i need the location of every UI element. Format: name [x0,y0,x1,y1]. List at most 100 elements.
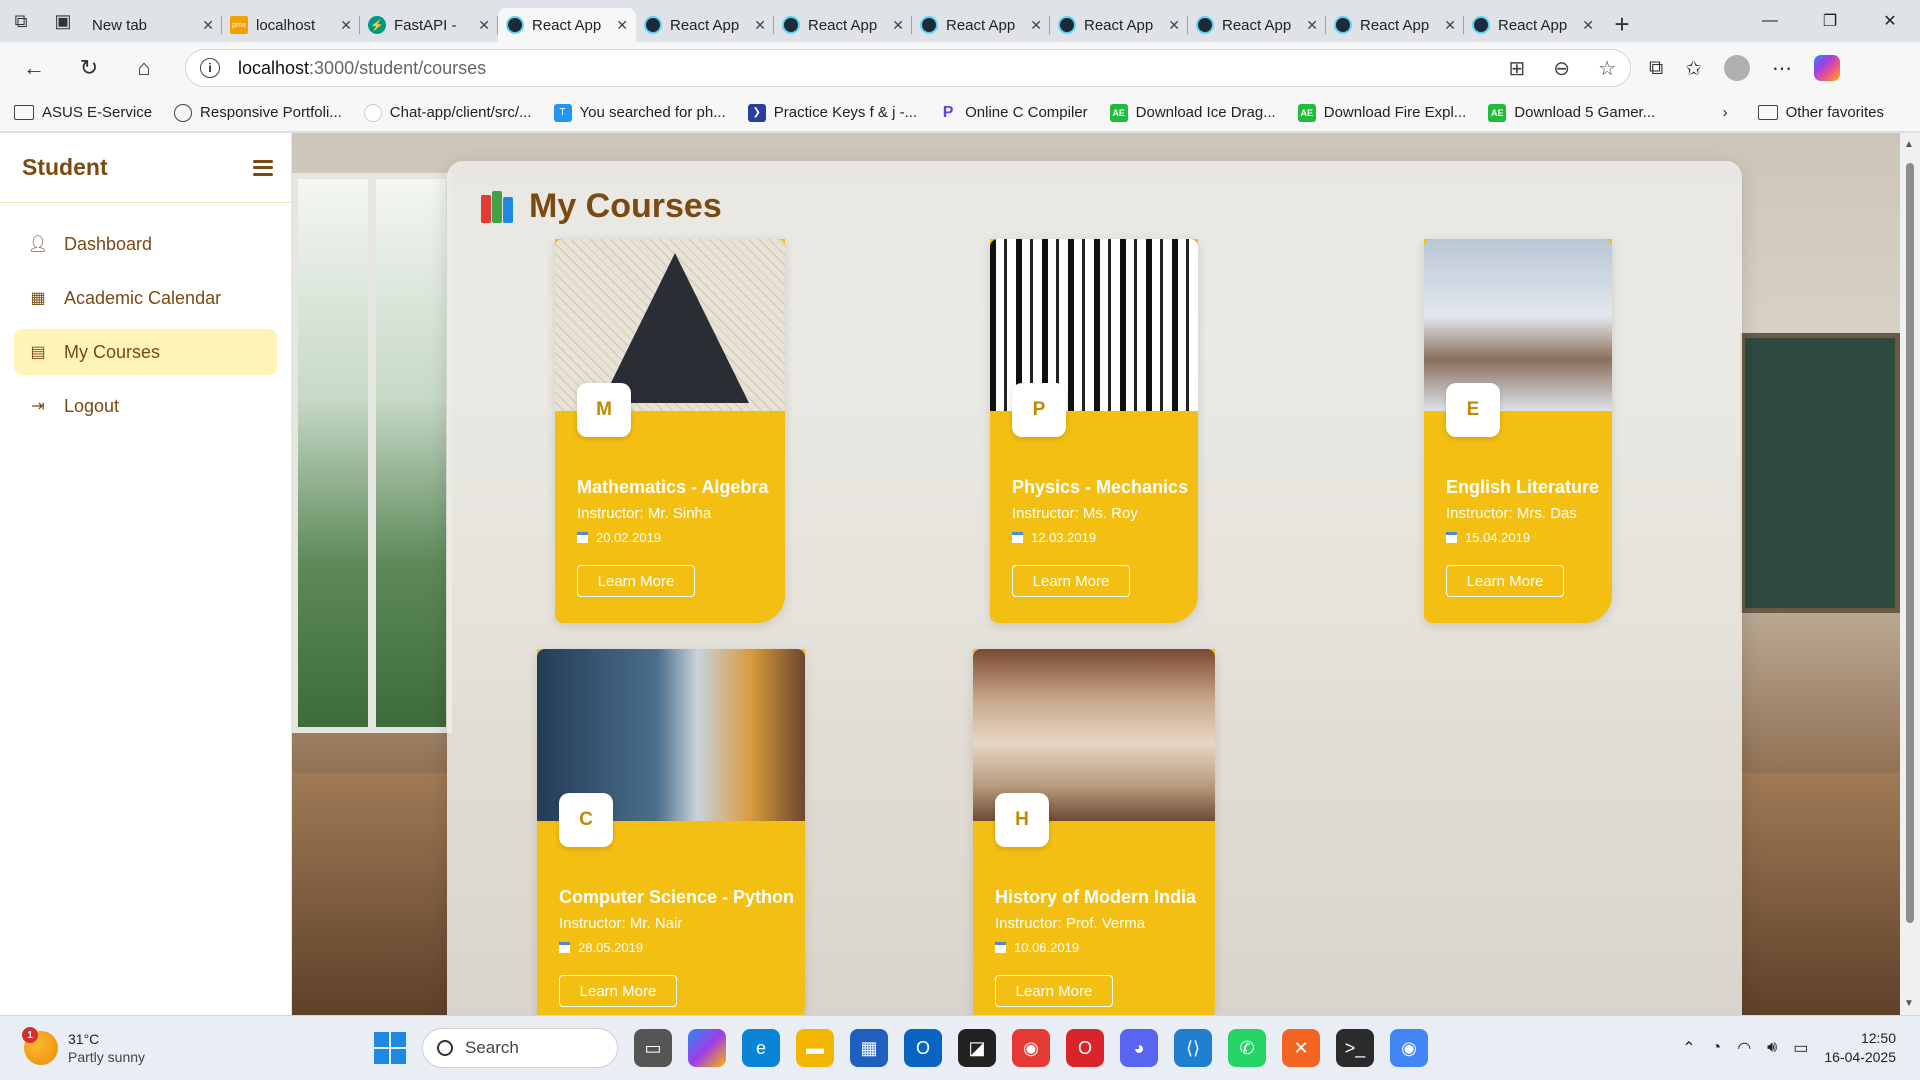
favorite-star-icon[interactable]: ☆ [1598,56,1616,81]
close-icon[interactable]: ✕ [1168,17,1180,34]
volume-icon[interactable]: 🔊︎ [1767,1039,1777,1057]
wifi-icon[interactable]: ◠ [1737,1038,1751,1058]
bookmark-item[interactable]: ASUS E-Service [14,104,152,121]
sidebar-item-logout[interactable]: ⇥ Logout [14,383,277,429]
opera-icon[interactable]: O [1066,1029,1104,1067]
address-bar[interactable]: i localhost:3000/student/courses ⊞ ⊖ ☆ [185,49,1631,87]
favorites-icon[interactable]: ✩ [1685,56,1702,81]
home-button[interactable]: ⌂ [124,48,164,88]
browser-tab[interactable]: React App ✕ [774,8,912,42]
browser-tab[interactable]: React App ✕ [636,8,774,42]
file-explorer-icon[interactable]: ▬ [796,1029,834,1067]
xampp-icon[interactable]: ✕ [1282,1029,1320,1067]
bookmark-label: Practice Keys f & j -... [773,104,918,121]
chrome-profile-icon[interactable]: ◉ [1390,1029,1428,1067]
close-icon[interactable]: ✕ [340,17,352,34]
new-tab-button[interactable]: + [1602,7,1642,41]
close-icon[interactable]: ✕ [202,17,214,34]
browser-tab-active[interactable]: React App ✕ [498,8,636,42]
scroll-down-icon[interactable]: ▼ [1904,998,1914,1009]
course-title: History of Modern India [995,887,1197,907]
bookmark-item[interactable]: AE Download 5 Gamer... [1488,103,1655,122]
course-letter-badge: C [559,793,613,847]
battery-icon[interactable]: ▭ [1793,1038,1808,1058]
outlook-icon[interactable]: O [904,1029,942,1067]
other-favorites-item[interactable]: Other favorites [1757,104,1884,121]
bookmark-item[interactable]: AE Download Fire Expl... [1297,103,1466,122]
chevron-right-icon[interactable]: › [1723,104,1728,121]
restore-button[interactable]: ❐ [1800,0,1860,42]
learn-more-button[interactable]: Learn More [1012,565,1130,597]
sidebar-item-dashboard[interactable]: 👤︎ Dashboard [14,221,277,267]
scrollbar-thumb[interactable] [1906,163,1914,923]
close-icon[interactable]: ✕ [754,17,766,34]
zoom-icon[interactable]: ⊖ [1553,56,1570,81]
weather-widget[interactable]: 1 31°C Partly sunny [0,1027,340,1066]
close-icon[interactable]: ✕ [478,17,490,34]
browser-tab[interactable]: React App ✕ [1050,8,1188,42]
browser-tab[interactable]: React App ✕ [1326,8,1464,42]
compiler-icon: P [942,103,954,121]
browser-tab[interactable]: React App ✕ [1188,8,1326,42]
whatsapp-icon[interactable]: ✆ [1228,1029,1266,1067]
sticky-notes-icon[interactable]: ◪ [958,1029,996,1067]
bookmark-item[interactable]: P Online C Compiler [939,104,1088,122]
sidebar-item-my-courses[interactable]: ▤ My Courses [14,329,277,375]
close-icon[interactable]: ✕ [1444,17,1456,34]
close-window-button[interactable]: ✕ [1860,0,1920,42]
start-button[interactable] [374,1032,406,1064]
tab-actions-icon[interactable]: ▣ [42,0,84,42]
app-available-icon[interactable]: ⊞ [1509,56,1526,81]
sidebar-item-academic-calendar[interactable]: ▦ Academic Calendar [14,275,277,321]
minimize-button[interactable]: — [1740,0,1800,42]
close-icon[interactable]: ✕ [1582,17,1594,34]
bookmark-item[interactable]: T You searched for ph... [553,103,726,122]
profile-avatar[interactable] [1724,55,1751,81]
course-date: 20.02.2019 [577,530,661,545]
back-button[interactable]: ← [14,48,54,88]
site-info-icon[interactable]: i [200,58,220,78]
browser-tab[interactable]: React App ✕ [912,8,1050,42]
learn-more-button[interactable]: Learn More [559,975,677,1007]
browser-tab[interactable]: ⚡ FastAPI - ✕ [360,8,498,42]
hamburger-menu-icon[interactable] [253,159,273,176]
chrome-icon[interactable]: ◉ [1012,1029,1050,1067]
terminal-icon[interactable]: >_ [1336,1029,1374,1067]
edge-icon[interactable]: e [742,1029,780,1067]
bookmark-item[interactable]: AE Download Ice Drag... [1109,103,1276,122]
copilot-app-icon[interactable] [688,1029,726,1067]
security-icon[interactable]: ◔ [1712,1039,1722,1057]
learn-more-button[interactable]: Learn More [1446,565,1564,597]
bookmark-item[interactable]: ❯ Practice Keys f & j -... [747,103,918,122]
clock[interactable]: 12:50 16-04-2025 [1824,1029,1896,1067]
store-icon[interactable]: ▦ [850,1029,888,1067]
close-icon[interactable]: ✕ [892,17,904,34]
copilot-icon[interactable] [1814,55,1841,81]
taskbar-search[interactable]: Search [422,1028,618,1068]
close-icon[interactable]: ✕ [1306,17,1318,34]
workspaces-icon[interactable]: ⧉ [0,0,42,42]
bookmark-item[interactable]: Chat-app/client/src/... [363,103,532,122]
close-icon[interactable]: ✕ [616,17,628,34]
browser-tab-strip: ⧉ ▣ New tab ✕ pma localhost ✕ ⚡ FastAPI … [0,0,1920,159]
reload-button[interactable]: ↻ [69,48,109,88]
extensions-icon[interactable]: ⧉ [1649,57,1663,80]
bookmark-item[interactable]: Responsive Portfoli... [174,103,342,122]
more-menu-icon[interactable]: ⋯ [1772,56,1792,81]
browser-tab[interactable]: New tab ✕ [84,8,222,159]
sidebar-title: Student [22,154,108,180]
react-icon [920,16,938,34]
discord-icon[interactable]: ◕ [1120,1029,1158,1067]
learn-more-button[interactable]: Learn More [577,565,695,597]
chevron-up-icon[interactable]: ⌃ [1682,1038,1695,1058]
close-icon[interactable]: ✕ [1030,17,1042,34]
learn-more-button[interactable]: Learn More [995,975,1113,1007]
browser-tab[interactable]: pma localhost ✕ [222,8,360,42]
page-scrollbar[interactable]: ▲ ▼ [1900,133,1920,1015]
ae-icon: AE [1109,103,1128,122]
browser-tab[interactable]: React App ✕ [1464,8,1602,42]
vscode-icon[interactable]: ⟨⟩ [1174,1029,1212,1067]
course-date-value: 20.02.2019 [596,530,662,545]
task-view-icon[interactable]: ▭ [634,1029,672,1067]
scroll-up-icon[interactable]: ▲ [1904,139,1914,150]
